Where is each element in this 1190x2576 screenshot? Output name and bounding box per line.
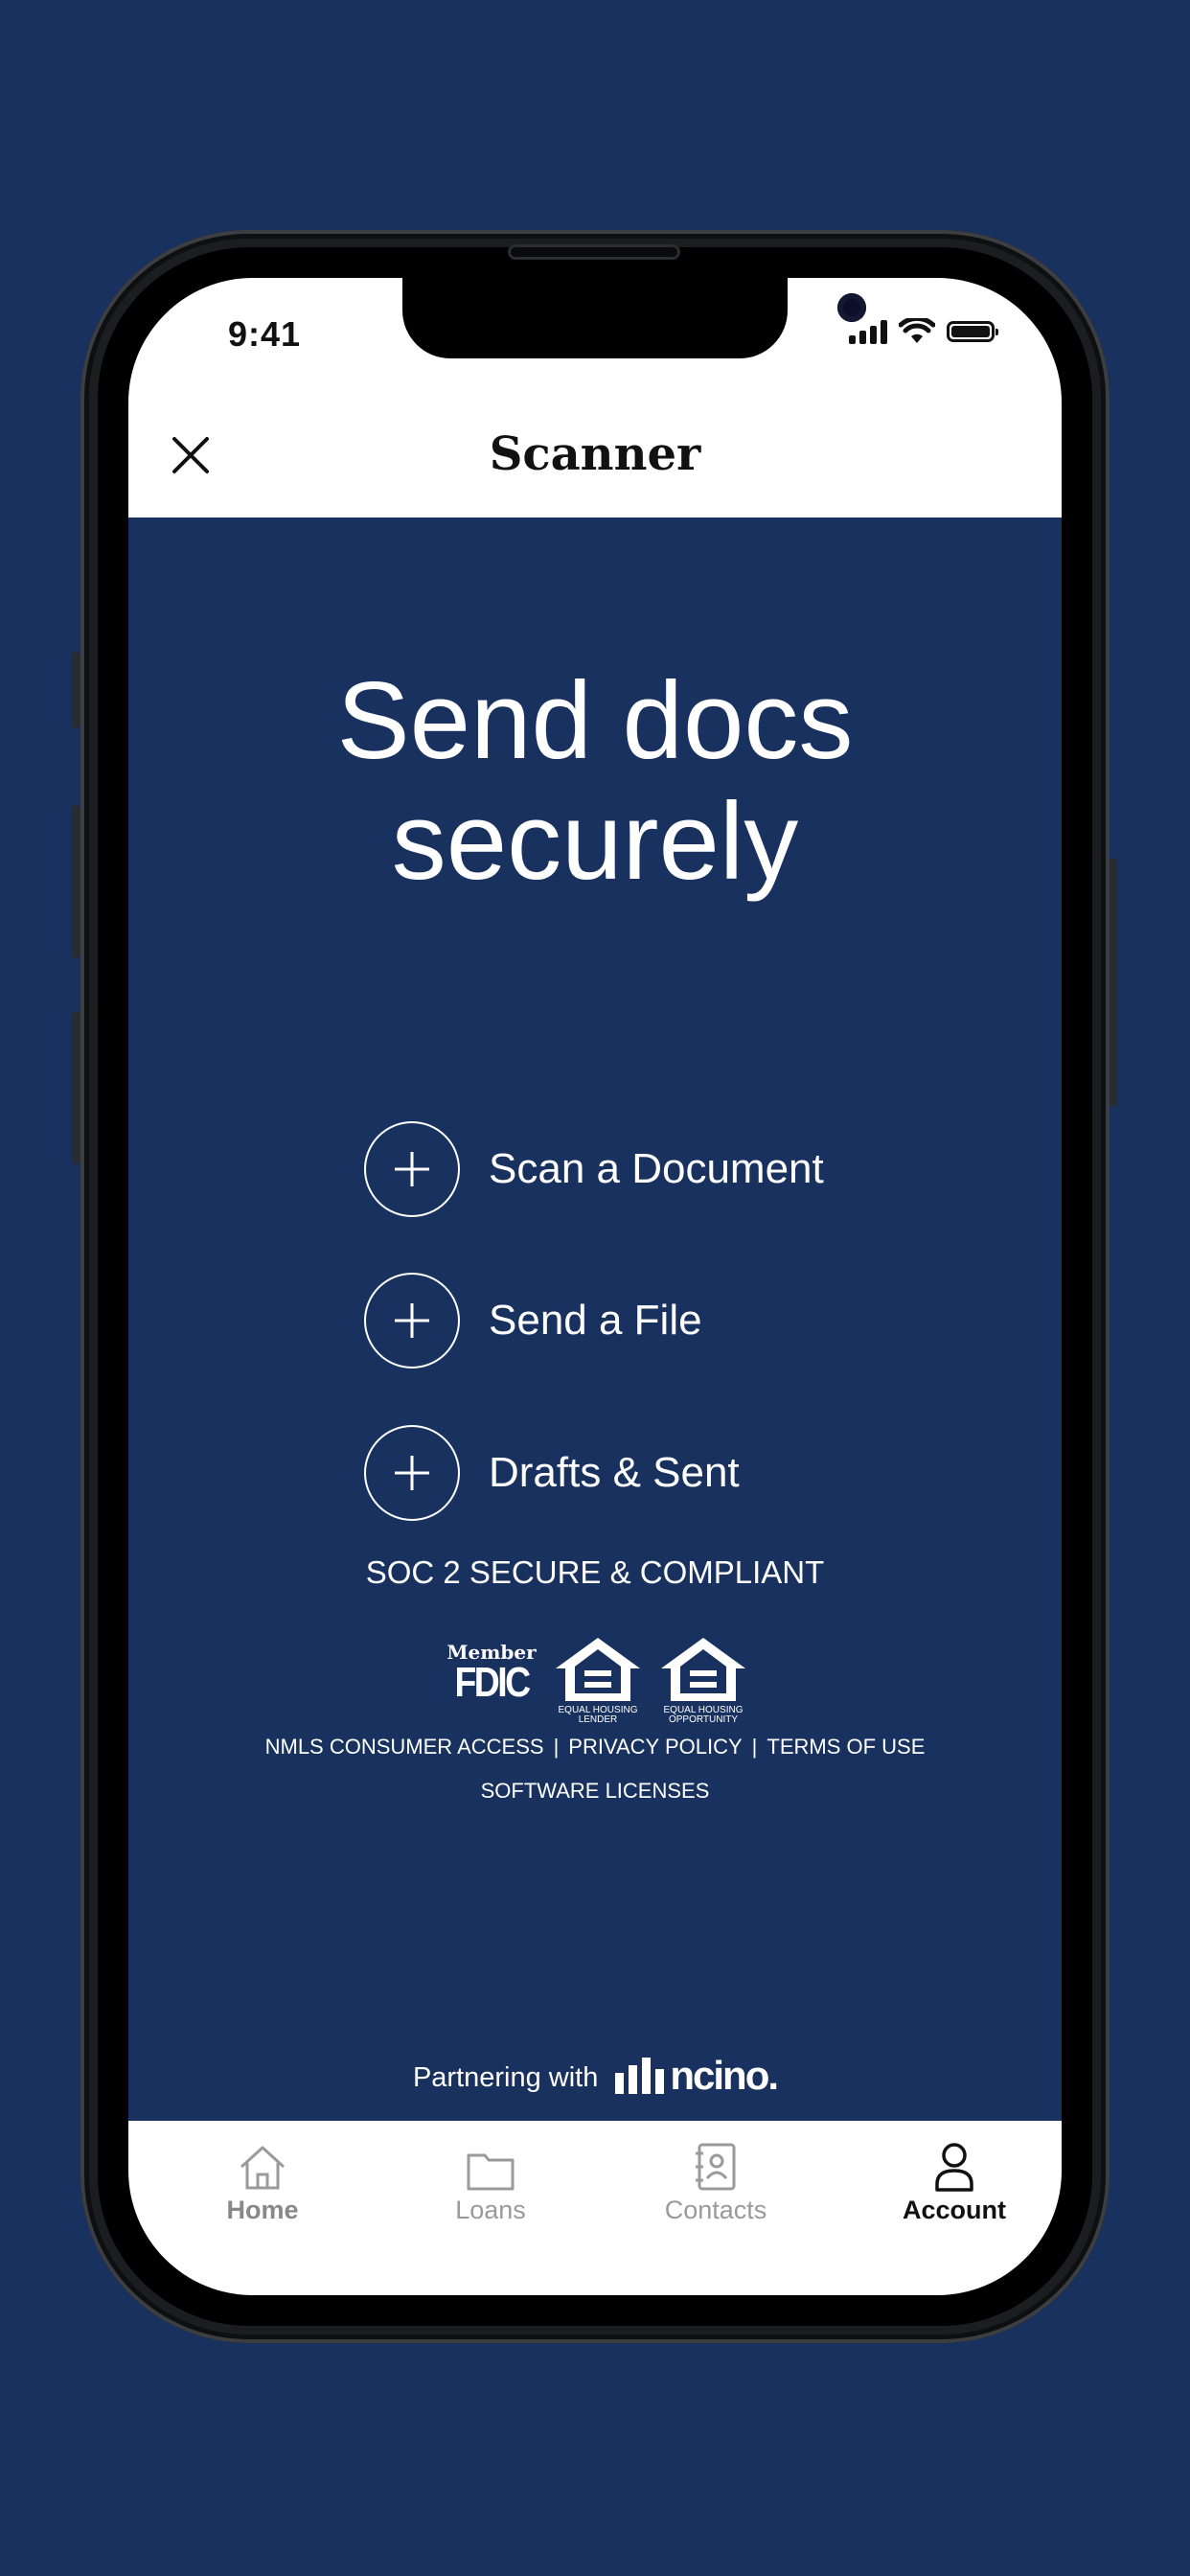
tab-loans[interactable]: Loans: [395, 2136, 586, 2225]
battery-icon: [947, 321, 998, 342]
home-icon: [240, 2146, 286, 2190]
tab-home-label: Home: [226, 2196, 299, 2224]
power-button: [1110, 858, 1117, 1107]
link-separator: |: [553, 1735, 560, 1759]
send-file-button[interactable]: Send a File: [364, 1271, 702, 1370]
drafts-sent-label: Drafts & Sent: [489, 1449, 740, 1496]
cellular-signal-icon: [849, 319, 887, 344]
volume-down-button: [72, 1011, 80, 1164]
notch: [402, 278, 866, 358]
status-bar: 9:41: [128, 278, 1062, 402]
equal-housing-lender-text: EQUAL HOUSING LENDER: [558, 1705, 638, 1725]
plus-circle-icon: [364, 1273, 460, 1368]
tab-account-label: Account: [903, 2196, 1006, 2224]
headline-line-2: securely: [391, 781, 799, 903]
headline-line-1: Send docs: [336, 660, 854, 782]
scan-document-button[interactable]: Scan a Document: [364, 1119, 824, 1219]
status-time: 9:41: [228, 314, 302, 354]
fdic-text: FDIC: [454, 1659, 531, 1706]
headline: Send docs securely: [128, 661, 1062, 903]
tab-home[interactable]: Home: [167, 2136, 358, 2225]
plus-circle-icon: [364, 1425, 460, 1521]
send-file-label: Send a File: [489, 1297, 702, 1344]
privacy-policy-link[interactable]: PRIVACY POLICY: [568, 1735, 742, 1759]
link-separator: |: [751, 1735, 758, 1759]
wifi-icon: [899, 318, 935, 343]
volume-up-button: [72, 805, 80, 958]
ncino-wordmark: ncino.: [670, 2053, 779, 2098]
folder-icon: [467, 2153, 515, 2191]
tab-contacts[interactable]: Contacts: [620, 2136, 812, 2225]
fdic-logo: Member FDIC: [445, 1642, 538, 1706]
equal-housing-opportunity-logo: EQUAL HOUSING OPPORTUNITY: [655, 1634, 751, 1725]
equal-housing-lender-logo: EQUAL HOUSING LENDER: [550, 1634, 646, 1725]
status-icons: [849, 318, 998, 345]
speaker-grille: [508, 244, 680, 260]
ncino-logo: ncino.: [615, 2053, 779, 2098]
tab-account[interactable]: Account: [858, 2136, 1050, 2225]
soc2-compliance-text: SOC 2 SECURE & COMPLIANT: [365, 1554, 825, 1590]
person-icon: [935, 2143, 973, 2192]
navigation-bar: Scanner: [128, 402, 1062, 518]
tab-bar: Home Loans Contacts Account: [128, 2121, 1062, 2295]
plus-circle-icon: [364, 1121, 460, 1217]
tab-contacts-label: Contacts: [664, 2196, 767, 2224]
ncino-bars-icon: [615, 2056, 665, 2094]
contacts-book-icon: [696, 2143, 736, 2191]
drafts-sent-button[interactable]: Drafts & Sent: [364, 1423, 740, 1523]
software-licenses-link[interactable]: SOFTWARE LICENSES: [128, 1779, 1062, 1804]
terms-of-use-link[interactable]: TERMS OF USE: [767, 1735, 925, 1759]
partner-banner: Partnering with ncino.: [128, 2053, 1062, 2098]
tab-loans-label: Loans: [455, 2196, 526, 2224]
page-title: Scanner: [489, 427, 701, 481]
partner-prefix: Partnering with: [412, 2062, 599, 2093]
mute-switch: [72, 652, 80, 728]
nmls-consumer-access-link[interactable]: NMLS CONSUMER ACCESS: [265, 1735, 544, 1759]
compliance-badges: Member FDIC EQUAL HOUSING LENDER EQUAL H…: [445, 1634, 751, 1725]
app-screen: 9:41 Scanner Send docs securely Scan a D…: [128, 278, 1062, 2295]
equal-housing-opportunity-text: EQUAL HOUSING OPPORTUNITY: [663, 1705, 744, 1725]
footer-links: NMLS CONSUMER ACCESS | PRIVACY POLICY | TERM…: [128, 1735, 1062, 1760]
scan-document-label: Scan a Document: [489, 1145, 824, 1192]
